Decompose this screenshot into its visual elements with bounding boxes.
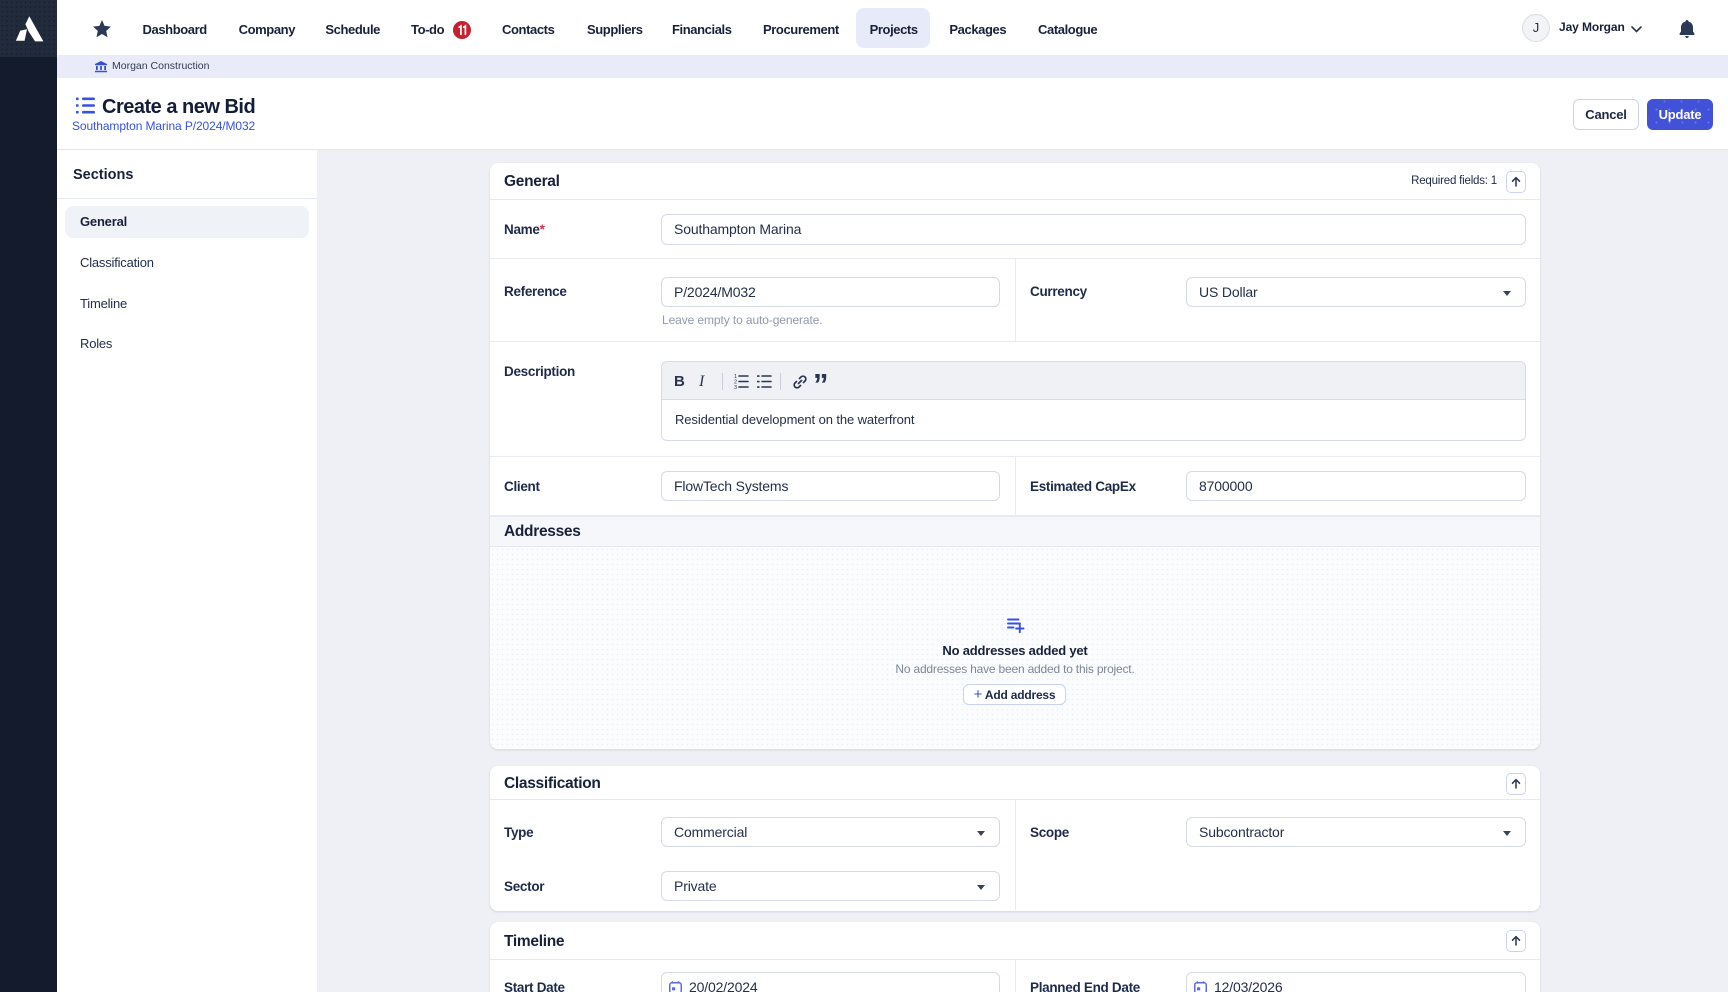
- svg-text:3: 3: [734, 385, 737, 389]
